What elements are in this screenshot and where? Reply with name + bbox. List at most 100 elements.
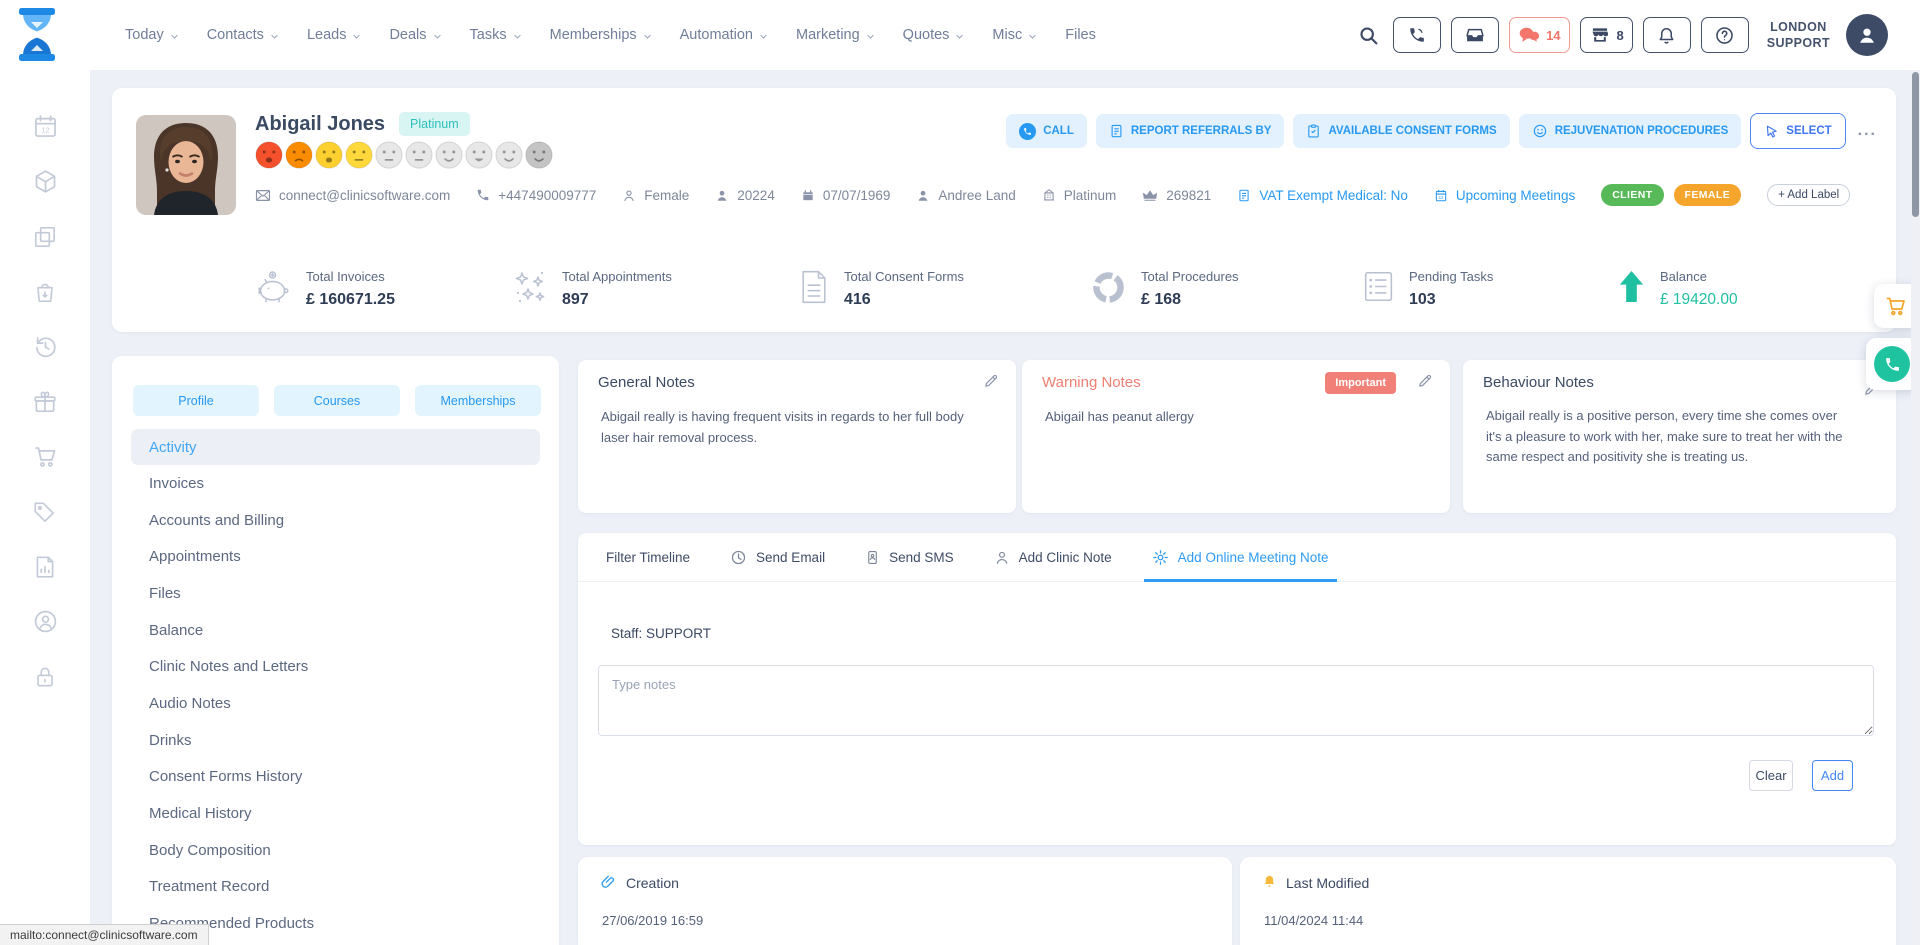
document-icon	[1237, 188, 1251, 203]
mood-face-meh[interactable]	[345, 141, 373, 169]
tab-add-online-meeting-note[interactable]: Add Online Meeting Note	[1152, 533, 1329, 581]
user-avatar[interactable]	[1846, 14, 1888, 56]
page-scrollbar[interactable]	[1911, 70, 1920, 945]
tab-profile[interactable]: Profile	[133, 385, 259, 416]
nav-files[interactable]: Files	[1065, 27, 1096, 43]
nav-contacts[interactable]: Contacts	[207, 27, 279, 43]
edit-pencil-icon[interactable]	[1417, 372, 1434, 394]
stat-value: 897	[562, 291, 672, 309]
vat-exempt-link[interactable]: VAT Exempt Medical: No	[1237, 188, 1408, 203]
nav-leads[interactable]: Leads	[307, 27, 362, 43]
more-actions-button[interactable]: ...	[1855, 122, 1880, 140]
main-nav: Today Contacts Leads Deals Tasks Members…	[125, 0, 1096, 70]
nav-memberships[interactable]: Memberships	[550, 27, 652, 43]
nav-label: Marketing	[796, 27, 860, 43]
chevron-down-icon	[170, 32, 179, 41]
mood-face-happy[interactable]	[525, 141, 553, 169]
chat-messages-button[interactable]: 14	[1509, 17, 1569, 53]
nav-today[interactable]: Today	[125, 27, 179, 43]
phone-icon	[476, 188, 490, 202]
tab-send-email[interactable]: Send Email	[730, 533, 825, 581]
call-button[interactable]: CALL	[1006, 114, 1087, 148]
stat-label: Pending Tasks	[1409, 269, 1493, 284]
menu-item-treatment-record[interactable]: Treatment Record	[112, 869, 559, 906]
nav-misc[interactable]: Misc	[992, 27, 1037, 43]
menu-item-balance[interactable]: Balance	[112, 612, 559, 649]
store-button[interactable]: 8	[1580, 17, 1633, 53]
side-panel-menu: Activity Invoices Accounts and Billing A…	[112, 429, 559, 942]
behaviour-notes-card: Behaviour Notes Abigail really is a posi…	[1463, 360, 1896, 513]
client-membership-item: Platinum	[1042, 188, 1117, 203]
calendar-icon	[801, 188, 815, 203]
mood-face-neutral[interactable]	[405, 141, 433, 169]
mood-face-sad[interactable]	[315, 141, 343, 169]
nav-tasks[interactable]: Tasks	[470, 27, 522, 43]
mood-face-smile[interactable]	[435, 141, 463, 169]
clear-button[interactable]: Clear	[1749, 760, 1793, 791]
menu-item-clinic-notes-and-letters[interactable]: Clinic Notes and Letters	[112, 648, 559, 685]
rejuvenation-procedures-button[interactable]: REJUVENATION PROCEDURES	[1519, 114, 1742, 148]
menu-item-audio-notes[interactable]: Audio Notes	[112, 685, 559, 722]
rail-reports-button[interactable]	[30, 552, 60, 581]
menu-item-invoices[interactable]: Invoices	[112, 465, 559, 502]
mood-face-smile[interactable]	[495, 141, 523, 169]
notifications-button[interactable]	[1643, 17, 1691, 53]
nav-automation[interactable]: Automation	[680, 27, 768, 43]
tab-filter-timeline[interactable]: Filter Timeline	[606, 533, 690, 581]
calendar-12-icon: 12	[32, 113, 59, 140]
rail-lock-button[interactable]	[30, 662, 60, 691]
client-email-link[interactable]: connect@clinicsoftware.com	[255, 188, 450, 203]
menu-item-accounts-and-billing[interactable]: Accounts and Billing	[112, 502, 559, 539]
mood-face-upset[interactable]	[285, 141, 313, 169]
upcoming-meetings-link[interactable]: 12Upcoming Meetings	[1434, 188, 1575, 203]
client-header-card: Abigail Jones Platinum connect@clinicsof…	[112, 88, 1896, 332]
add-label-button[interactable]: + Add Label	[1767, 184, 1850, 206]
donut-chart-icon	[1090, 269, 1127, 311]
face-icon	[1532, 123, 1548, 139]
tab-memberships[interactable]: Memberships	[415, 385, 541, 416]
rail-orders-button[interactable]	[30, 277, 60, 306]
rail-support-button[interactable]	[30, 607, 60, 636]
mood-face-grin[interactable]	[465, 141, 493, 169]
tab-courses[interactable]: Courses	[274, 385, 400, 416]
report-referrals-button[interactable]: REPORT REFERRALS BY	[1096, 114, 1285, 148]
nav-quotes[interactable]: Quotes	[903, 27, 965, 43]
menu-item-files[interactable]: Files	[112, 575, 559, 612]
rail-tags-button[interactable]	[30, 497, 60, 526]
edit-pencil-icon[interactable]	[983, 372, 1000, 394]
account-name: LONDON SUPPORT	[1767, 19, 1830, 52]
tab-send-sms[interactable]: Send SMS	[865, 533, 954, 581]
mood-face-angry[interactable]	[255, 141, 283, 169]
behaviour-notes-title: Behaviour Notes	[1483, 374, 1594, 391]
scrollbar-thumb[interactable]	[1912, 72, 1919, 217]
meeting-note-input[interactable]	[598, 665, 1874, 736]
search-icon[interactable]	[1358, 25, 1379, 46]
add-button[interactable]: Add	[1812, 760, 1853, 791]
tab-add-clinic-note[interactable]: Add Clinic Note	[994, 533, 1112, 581]
menu-item-body-composition[interactable]: Body Composition	[112, 832, 559, 869]
dialer-button[interactable]	[1393, 17, 1441, 53]
menu-item-drinks[interactable]: Drinks	[112, 722, 559, 759]
nav-deals[interactable]: Deals	[389, 27, 441, 43]
clinicsoftware-logo[interactable]	[14, 6, 60, 64]
inbox-button[interactable]	[1451, 17, 1499, 53]
nav-marketing[interactable]: Marketing	[796, 27, 875, 43]
rail-products-button[interactable]	[30, 167, 60, 196]
menu-item-activity[interactable]: Activity	[131, 429, 540, 465]
rail-history-button[interactable]	[30, 332, 60, 361]
stat-label: Balance	[1660, 269, 1738, 284]
svg-text:12: 12	[41, 126, 50, 135]
rail-gifts-button[interactable]	[30, 387, 60, 416]
client-phone-item[interactable]: +447490009777	[476, 188, 596, 203]
help-button[interactable]	[1701, 17, 1749, 53]
shopping-cart-icon	[1884, 294, 1908, 318]
rail-duplicates-button[interactable]	[30, 222, 60, 251]
select-button[interactable]: SELECT	[1750, 113, 1845, 149]
menu-item-medical-history[interactable]: Medical History	[112, 795, 559, 832]
menu-item-appointments[interactable]: Appointments	[112, 538, 559, 575]
available-consent-forms-button[interactable]: AVAILABLE CONSENT FORMS	[1293, 114, 1509, 148]
mood-face-neutral[interactable]	[375, 141, 403, 169]
menu-item-consent-forms-history[interactable]: Consent Forms History	[112, 759, 559, 796]
rail-calendar-button[interactable]: 12	[30, 112, 60, 141]
rail-cart-button[interactable]	[30, 442, 60, 471]
